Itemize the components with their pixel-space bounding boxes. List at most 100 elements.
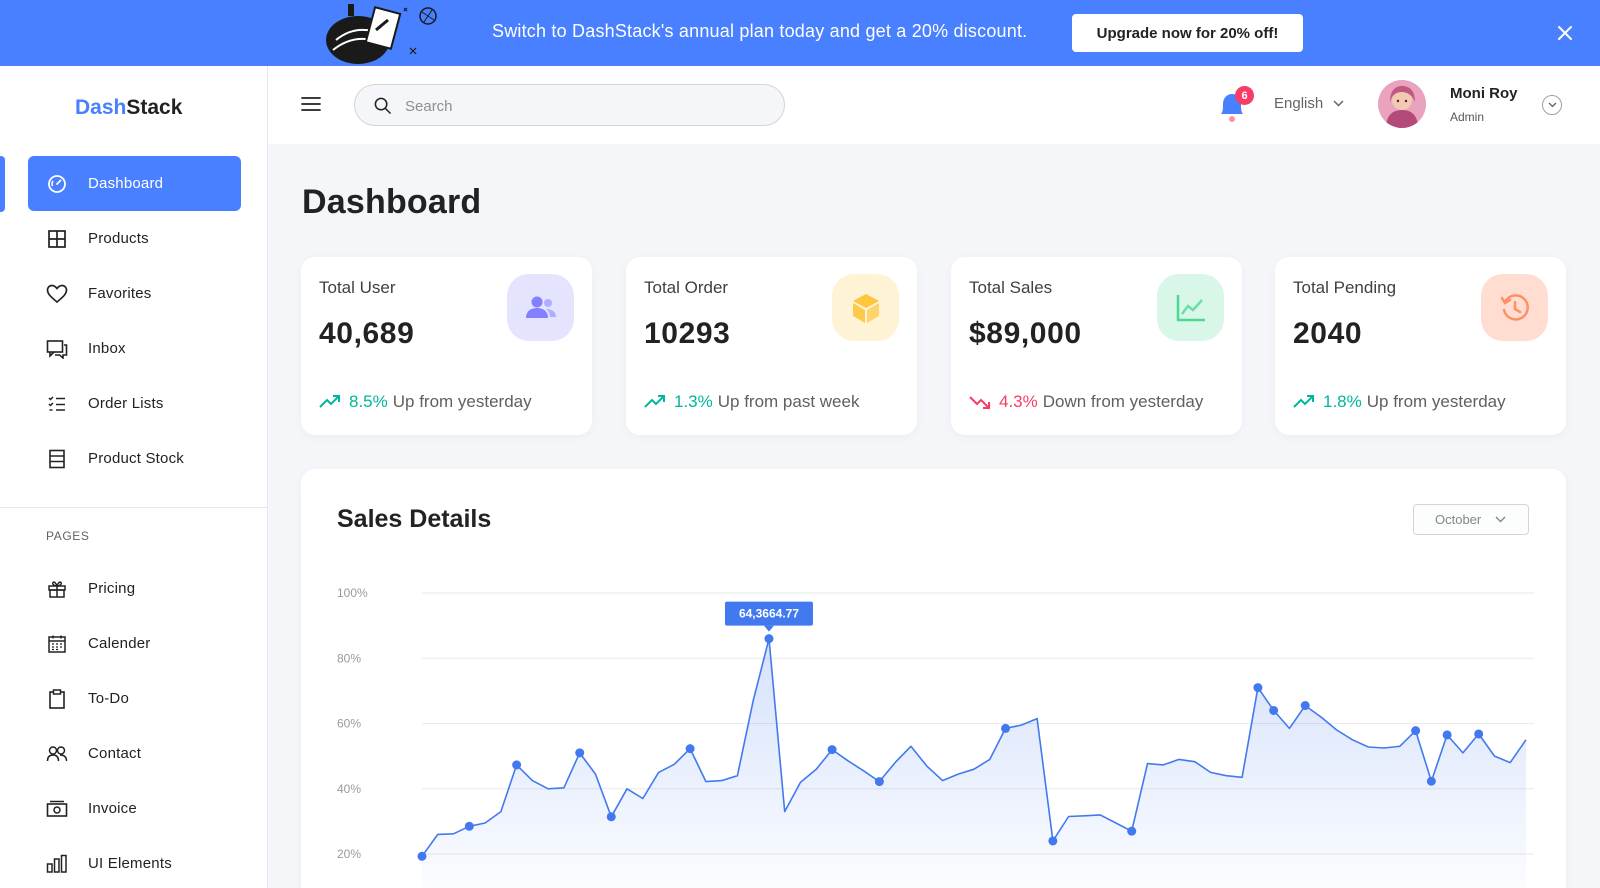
sidebar-item-favorites[interactable]: Favorites [28,266,241,321]
users-icon [507,274,574,341]
promo-banner: Switch to DashStack's annual plan today … [0,0,1600,66]
card-title: Total Order [644,278,729,297]
trend-text: Down from yesterday [1042,392,1204,411]
promo-illustration-icon [326,4,437,64]
trend-up-icon [644,395,665,408]
chat-icon [46,338,68,360]
trend-down-icon [969,396,990,409]
clipboard-icon [46,688,68,710]
card-title: Total Pending [1293,278,1397,297]
card-value: 2040 [1293,317,1363,350]
contact-icon [46,743,68,765]
y-tick-label: 100% [337,586,368,600]
line-chart-icon [1157,274,1224,341]
data-point [575,748,585,758]
sidebar-item-label: To-Do [88,690,130,707]
list-icon [46,393,68,415]
sidebar-item-label: Products [88,230,149,247]
sidebar-item-label: Dashboard [88,175,164,192]
sidebar-item-calender[interactable]: Calender [28,616,241,671]
brand-logo[interactable]: DashStack [75,96,182,120]
data-point [464,821,474,831]
pages-heading: PAGES [46,529,90,543]
sidebar-item-contact[interactable]: Contact [28,726,241,781]
sales-details-panel: Sales Details October 100% 80% 60% 40% 20% 64… [301,469,1566,888]
data-point [1001,723,1011,733]
hamburger-menu-icon[interactable] [300,94,322,114]
card-trend: 1.3% Up from past week [644,392,859,412]
user-role: Admin [1450,110,1485,124]
y-tick-label: 80% [337,651,361,665]
active-indicator [0,156,5,212]
page-title: Dashboard [302,183,482,221]
card-trend: 4.3% Down from yesterday [969,392,1203,412]
data-point [1269,705,1279,715]
user-menu-chevron-icon[interactable] [1542,95,1562,115]
sidebar-item-invoice[interactable]: Invoice [28,781,241,836]
sidebar-item-label: Pricing [88,580,136,597]
data-point [1442,730,1452,740]
top-header: 6 English Moni Roy Admin [268,66,1600,144]
trend-up-icon [1293,395,1314,408]
card-value: 10293 [644,317,731,350]
dashboard-gauge-icon [46,173,68,195]
sidebar-item-inbox[interactable]: Inbox [28,321,241,376]
language-selector[interactable]: English [1274,95,1344,112]
sidebar-item-pricing[interactable]: Pricing [28,561,241,616]
heart-icon [46,283,68,305]
card-trend: 8.5% Up from yesterday [319,392,532,412]
sidebar-item-label: UI Elements [88,855,172,872]
y-tick-label: 40% [337,782,361,796]
user-name: Moni Roy [1450,85,1518,102]
grid-icon [46,228,68,250]
card-value: 40,689 [319,317,415,350]
data-point [685,744,695,754]
data-point [1300,701,1310,711]
sidebar-item-to-do[interactable]: To-Do [28,671,241,726]
avatar[interactable] [1378,80,1426,128]
history-icon [1481,274,1548,341]
sidebar-item-product-stock[interactable]: Product Stock [28,431,241,486]
sidebar-item-label: Order Lists [88,395,164,412]
search-bar[interactable] [354,84,785,126]
sidebar-item-products[interactable]: Products [28,211,241,266]
data-point [874,777,884,787]
sidebar-item-label: Product Stock [88,450,184,467]
stat-card-total-sales: Total Sales $89,000 4.3% Down from yeste… [951,257,1242,435]
data-point [1127,826,1137,836]
data-point [606,812,616,822]
stat-card-total-order: Total Order 10293 1.3% Up from past week [626,257,917,435]
gift-icon [46,578,68,600]
card-title: Total Sales [969,278,1053,297]
calendar-icon [46,633,68,655]
data-point [512,760,522,770]
trend-value: 1.3% [674,392,713,411]
y-tick-label: 20% [337,847,361,861]
data-point [827,745,837,755]
notification-badge: 6 [1235,86,1254,105]
svg-text:64,3664.77: 64,3664.77 [739,607,799,621]
sidebar-item-label: Invoice [88,800,137,817]
close-icon[interactable] [1552,20,1578,46]
card-title: Total User [319,278,396,297]
data-point [1411,726,1421,736]
y-tick-label: 60% [337,717,361,731]
sidebar-item-label: Favorites [88,285,152,302]
sidebar-item-label: Inbox [88,340,126,357]
sidebar-item-label: Calender [88,635,151,652]
trend-up-icon [319,395,340,408]
box-icon [832,274,899,341]
card-value: $89,000 [969,317,1082,350]
trend-value: 8.5% [349,392,388,411]
card-trend: 1.8% Up from yesterday [1293,392,1506,412]
sidebar-item-dashboard[interactable]: Dashboard [28,156,241,211]
trend-text: Up from past week [717,392,860,411]
bar-chart-icon [46,853,68,875]
sidebar-item-order-lists[interactable]: Order Lists [28,376,241,431]
sidebar-item-ui-elements[interactable]: UI Elements [28,836,241,888]
language-label: English [1274,95,1324,112]
upgrade-button[interactable]: Upgrade now for 20% off! [1072,14,1303,52]
chevron-down-icon [1333,100,1344,107]
sales-chart: 100% 80% 60% 40% 20% 64,3664.77 [337,586,1534,888]
search-input[interactable] [405,95,765,117]
